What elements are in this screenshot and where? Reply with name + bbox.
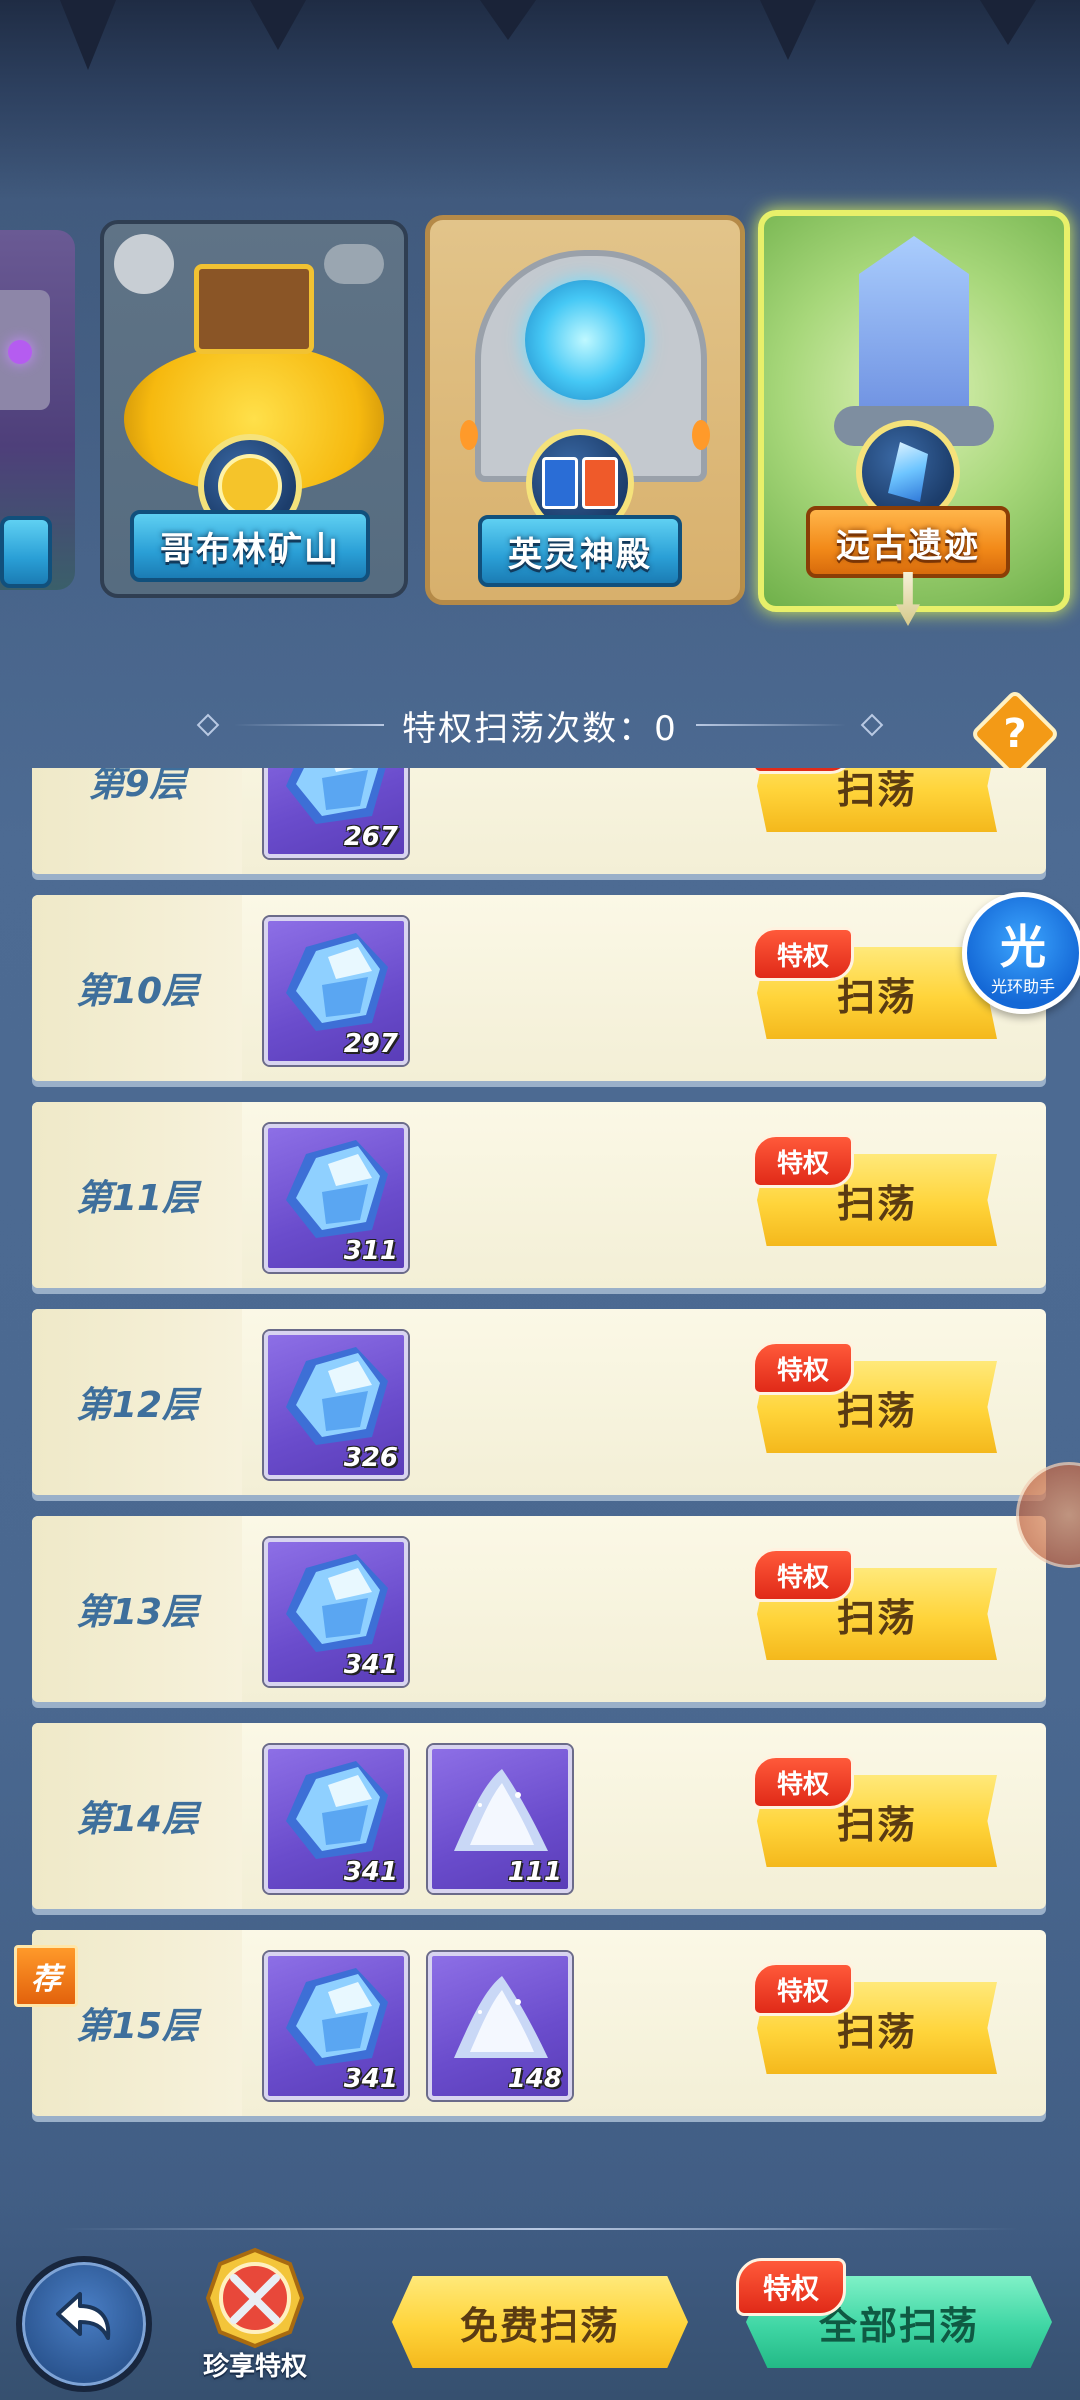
decor-line [234, 724, 385, 726]
dungeon-card-ancient-ruins[interactable]: 远古遗迹 [758, 210, 1070, 626]
stalactite [760, 0, 816, 60]
privilege-sweep-count-text: 特权扫荡次数：0 [402, 708, 678, 749]
free-sweep-button[interactable]: 免费扫荡 [392, 2276, 688, 2368]
floor-label: 第11层 [75, 1178, 199, 1219]
decor-diamond-icon [860, 713, 884, 737]
floor-row: 第15层 341 148 扫荡 特权 [32, 1930, 1046, 2116]
privilege-tag: 特权 [752, 1341, 854, 1395]
help-glyph: ? [1003, 711, 1027, 757]
dungeon-banner: 远古遗迹 [806, 506, 1010, 578]
bottom-divider [60, 2228, 1020, 2230]
privilege-enjoy-button[interactable]: 珍享特权 [190, 2246, 320, 2382]
cave-ceiling [0, 0, 1080, 200]
reward-count: 148 [507, 2064, 562, 2094]
dungeon-card-goblin-mine[interactable]: 哥布林矿山 [100, 220, 408, 598]
reward-count: 311 [343, 1236, 398, 1266]
privilege-tag: 特权 [752, 1755, 854, 1809]
floor-row: 第14层 341 111 扫荡 特权 [32, 1723, 1046, 1909]
floor-label: 第9层 [88, 768, 186, 805]
floor-label: 第13层 [75, 1592, 199, 1633]
reward-item[interactable]: 111 [428, 1745, 572, 1893]
reward-count: 341 [343, 1857, 398, 1887]
reward-item[interactable]: 341 [264, 1952, 408, 2100]
privilege-tag: 特权 [752, 927, 854, 981]
floor-row: 第12层 326 扫荡 特权 [32, 1309, 1046, 1495]
privilege-tag: 特权 [736, 2258, 846, 2316]
reward-item[interactable]: 148 [428, 1952, 572, 2100]
dungeon-banner: 哥布林矿山 [130, 510, 370, 582]
reward-item[interactable]: 341 [264, 1538, 408, 1686]
floor-row: 第13层 341 扫荡 特权 [32, 1516, 1046, 1702]
reward-count: 267 [343, 822, 398, 852]
stalactite [60, 0, 116, 70]
floor-row: 第11层 311 扫荡 特权 [32, 1102, 1046, 1288]
reward-item[interactable]: 326 [264, 1331, 408, 1479]
reward-count: 111 [507, 1857, 562, 1887]
privilege-sweep-counter: 特权扫荡次数：0 [0, 690, 1080, 760]
floor-row: 第9层267扫荡特权 [32, 768, 1046, 874]
stalactite [980, 0, 1036, 45]
privilege-tag: 特权 [752, 1134, 854, 1188]
privilege-enjoy-label: 珍享特权 [202, 2352, 307, 2382]
crossed-swords-badge-icon [205, 2247, 305, 2349]
halo-assistant-button[interactable]: 光 光环助手 [962, 892, 1080, 1014]
dungeon-card-partial[interactable] [0, 230, 75, 590]
floor-label: 第12层 [75, 1385, 199, 1426]
reward-count: 341 [343, 1650, 398, 1680]
reward-count: 326 [343, 1443, 398, 1473]
decor-line [695, 724, 846, 726]
floor-label: 第14层 [75, 1799, 199, 1840]
reward-item[interactable]: 311 [264, 1124, 408, 1272]
privilege-tag: 特权 [752, 1548, 854, 1602]
back-button[interactable] [16, 2256, 152, 2392]
dungeon-banner [0, 516, 52, 588]
floor-label: 第10层 [75, 971, 199, 1012]
reward-item[interactable]: 297 [264, 917, 408, 1065]
dungeon-banner: 英灵神殿 [478, 515, 682, 587]
sweep-button[interactable]: 扫荡 [757, 768, 997, 832]
floor-row: 第10层 297 扫荡 特权 [32, 895, 1046, 1081]
floor-list[interactable]: 第9层267扫荡特权第10层297扫荡特权第11层311扫荡特权第12层326扫… [0, 768, 1080, 2138]
recommended-tag: 荐 [14, 1945, 78, 2007]
reward-count: 341 [343, 2064, 398, 2094]
decor-diamond-icon [196, 713, 220, 737]
back-arrow-icon [56, 2292, 111, 2340]
stalactite [480, 0, 536, 40]
reward-item[interactable]: 341 [264, 1745, 408, 1893]
reward-item[interactable]: 267 [264, 768, 408, 858]
dungeon-card-hero-temple[interactable]: 英灵神殿 [425, 215, 745, 605]
halo-assistant-label: 光环助手 [990, 977, 1055, 996]
halo-assistant-glyph: 光 [1000, 920, 1046, 974]
privilege-tag: 特权 [752, 1962, 854, 2016]
stalactite [250, 0, 306, 50]
reward-count: 297 [343, 1029, 398, 1059]
